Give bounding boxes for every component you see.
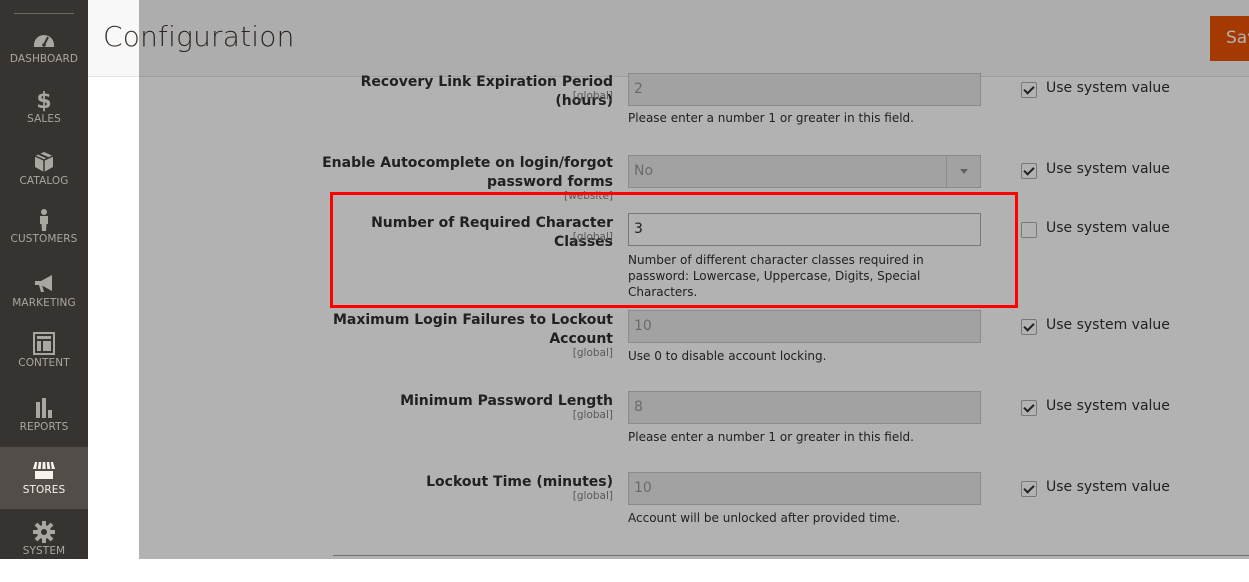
required-character-classes-input[interactable]: 3 [628, 213, 981, 246]
field-label: Maximum Login Failures to Lockout Accoun… [332, 312, 613, 347]
sidebar-item-customers[interactable]: CUSTOMERS [0, 208, 88, 270]
max-login-failures-input[interactable]: 10 [628, 310, 981, 343]
use-system-value-label: Use system value [1046, 80, 1170, 96]
box-icon [29, 150, 59, 174]
sidebar-item-sales[interactable]: $ SALES [0, 88, 88, 150]
scope-label: [global] [572, 347, 613, 359]
field-note: Use 0 to disable account locking. [628, 349, 827, 363]
use-system-value-label: Use system value [1046, 317, 1170, 333]
sidebar-item-content[interactable]: CONTENT [0, 332, 88, 394]
sidebar-item-catalog[interactable]: CATALOG [0, 150, 88, 212]
page-title: Configuration [103, 20, 295, 53]
scope-label: [global] [572, 231, 613, 243]
dollar-icon: $ [29, 88, 59, 112]
field-note: Account will be unlocked after provided … [628, 511, 901, 525]
lockout-time-input[interactable]: 10 [628, 472, 981, 505]
select-value: No [634, 163, 654, 179]
field-note: Please enter a number 1 or greater in th… [628, 430, 914, 444]
use-system-value-checkbox[interactable] [1021, 319, 1037, 335]
use-system-value-label: Use system value [1046, 479, 1170, 495]
scope-label: [global] [572, 90, 613, 102]
gear-icon [29, 520, 59, 544]
sidebar-item-dashboard[interactable]: DASHBOARD [0, 28, 88, 90]
field-label: Enable Autocomplete on login/forgot pass… [322, 155, 613, 190]
use-system-value-checkbox[interactable] [1021, 222, 1037, 238]
recovery-link-expiration-input[interactable]: 2 [628, 73, 981, 106]
storefront-icon [29, 459, 59, 483]
sidebar-item-label: CUSTOMERS [10, 233, 78, 245]
min-password-length-input[interactable]: 8 [628, 391, 981, 424]
sidebar-item-label: CONTENT [18, 357, 70, 369]
sidebar-item-label: SYSTEM [22, 545, 66, 557]
sidebar-item-label: DASHBOARD [9, 53, 79, 65]
chevron-down-icon [946, 156, 980, 187]
sidebar-item-label: CATALOG [19, 175, 69, 187]
scope-label: [global] [572, 490, 613, 502]
save-config-button[interactable]: Save Config [1210, 16, 1249, 61]
use-system-value-label: Use system value [1046, 220, 1170, 236]
use-system-value-label: Use system value [1046, 398, 1170, 414]
sidebar-item-label: MARKETING [12, 297, 76, 309]
bar-chart-icon [29, 396, 59, 420]
sidebar-item-system[interactable]: SYSTEM [0, 520, 88, 582]
admin-sidebar: DASHBOARD $ SALES CATALOG CUSTOMERS MARK… [0, 0, 88, 559]
field-label: Lockout Time (minutes) [426, 474, 613, 490]
scope-label: [website] [564, 190, 613, 202]
person-icon [29, 208, 59, 232]
section-divider [333, 555, 1249, 556]
sidebar-item-marketing[interactable]: MARKETING [0, 272, 88, 334]
use-system-value-checkbox[interactable] [1021, 481, 1037, 497]
field-label: Minimum Password Length [400, 393, 613, 409]
field-label: Recovery Link Expiration Period (hours) [360, 74, 613, 109]
use-system-value-label: Use system value [1046, 161, 1170, 177]
use-system-value-checkbox[interactable] [1021, 163, 1037, 179]
sidebar-item-label: REPORTS [19, 421, 69, 433]
sidebar-item-stores[interactable]: STORES [0, 447, 88, 509]
dashboard-icon [29, 28, 59, 52]
svg-text:$: $ [36, 89, 51, 112]
use-system-value-checkbox[interactable] [1021, 82, 1037, 98]
megaphone-icon [29, 272, 59, 296]
field-note: Number of different character classes re… [628, 253, 924, 299]
sidebar-divider [14, 13, 74, 14]
page-header: Configuration Save Config [88, 0, 1249, 77]
sidebar-item-label: STORES [22, 484, 66, 496]
sidebar-item-label: SALES [27, 113, 61, 125]
layout-icon [29, 332, 59, 356]
field-note: Please enter a number 1 or greater in th… [628, 111, 914, 125]
enable-autocomplete-select[interactable]: No [628, 155, 981, 188]
use-system-value-checkbox[interactable] [1021, 400, 1037, 416]
field-label: Number of Required Character Classes [371, 215, 613, 250]
config-form: Recovery Link Expiration Period (hours) … [88, 73, 1249, 559]
scope-label: [global] [572, 409, 613, 421]
